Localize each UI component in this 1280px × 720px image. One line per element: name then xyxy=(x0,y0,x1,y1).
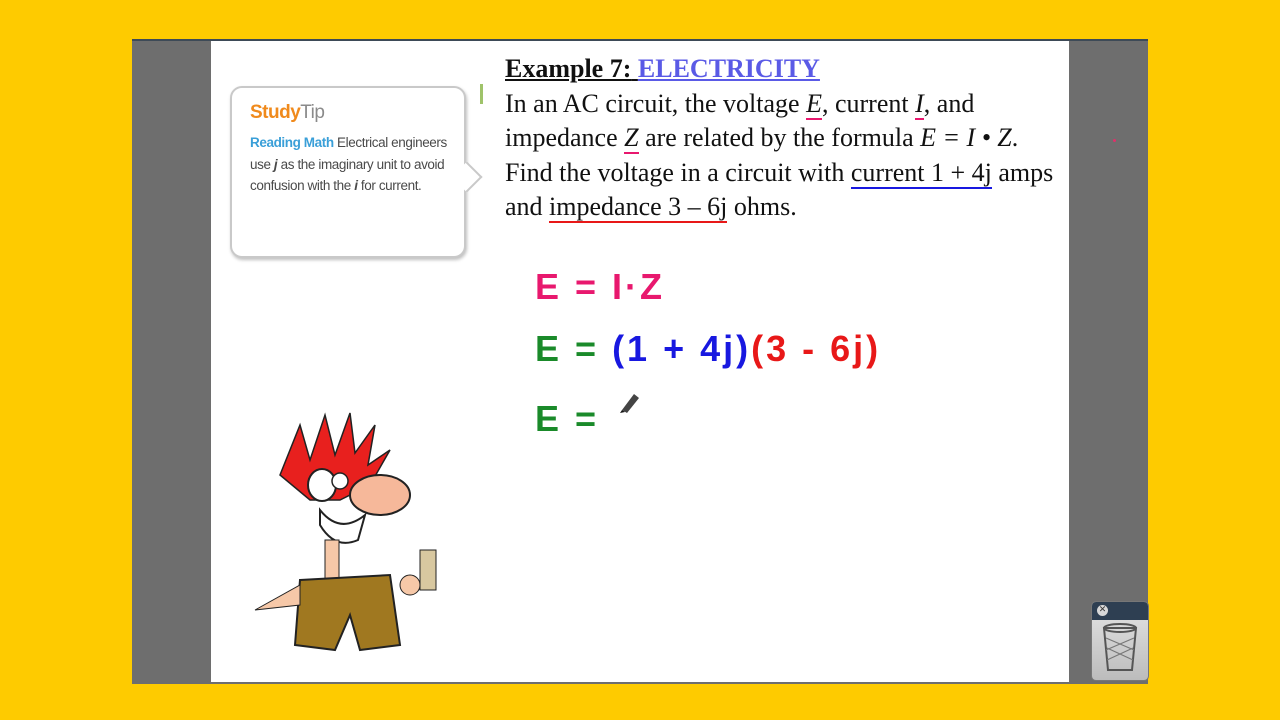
study-tip-title-strong: Study xyxy=(250,102,301,123)
trash-header: ✕ xyxy=(1092,602,1148,620)
shocked-man-cartoon xyxy=(254,412,437,652)
handwriting-line-1: E = I·Z xyxy=(535,266,666,307)
var-e: E xyxy=(806,88,822,120)
body-text: ohms. xyxy=(727,192,797,221)
hw-current: (1 + 4j) xyxy=(612,328,752,369)
problem-body: In an AC circuit, the voltage E, current… xyxy=(505,87,1065,225)
impedance-value: impedance 3 – 6j xyxy=(549,192,728,223)
study-tip-body: Reading Math Electrical engineers use j … xyxy=(250,132,450,197)
body-text: are related by the formula xyxy=(638,123,921,152)
trash-widget[interactable]: ✕ xyxy=(1091,601,1149,681)
study-tip-box: StudyTip Reading Math Electrical enginee… xyxy=(230,86,466,258)
formula: E = I • Z xyxy=(920,123,1012,152)
hw-e-equals: E = xyxy=(535,328,600,369)
problem-text: Example 7: ELECTRICITY In an AC circuit,… xyxy=(505,52,1065,225)
current-value: current 1 + 4j xyxy=(850,157,992,189)
handwriting-line-2: E = (1 + 4j)(3 - 6j) xyxy=(535,328,881,370)
study-tip-title: StudyTip xyxy=(250,102,325,124)
study-tip-title-light: Tip xyxy=(300,102,325,123)
var-i: I xyxy=(915,88,924,120)
body-text: , current xyxy=(821,88,916,118)
example-label: Example 7: xyxy=(505,54,632,83)
var-z: Z xyxy=(624,123,639,154)
trash-icon[interactable] xyxy=(1092,620,1148,678)
close-icon[interactable]: ✕ xyxy=(1097,605,1108,616)
problem-title: Example 7: ELECTRICITY xyxy=(505,52,1065,87)
hw-impedance: (3 - 6j) xyxy=(751,328,882,369)
pen-cursor-icon xyxy=(620,394,639,413)
reading-math-label: Reading Math xyxy=(250,135,334,150)
tip-text: for current. xyxy=(357,178,422,193)
accent-bar xyxy=(480,84,483,104)
body-text: In an AC circuit, the voltage xyxy=(505,88,807,118)
example-topic: ELECTRICITY xyxy=(637,54,820,83)
handwriting-line-3: E = xyxy=(535,398,600,439)
ink-dot xyxy=(1113,139,1116,142)
